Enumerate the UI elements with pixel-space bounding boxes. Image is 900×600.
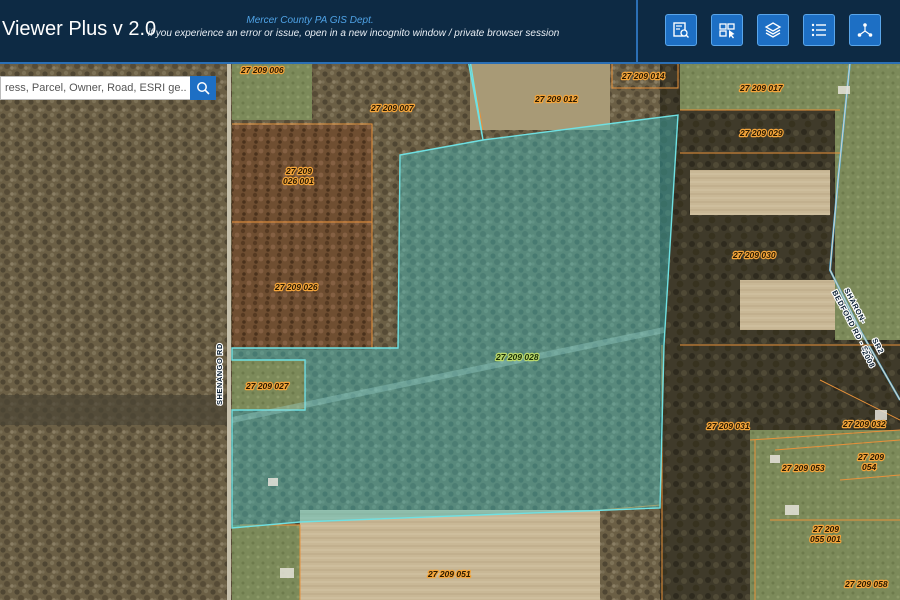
share-icon <box>857 23 873 37</box>
department-name: Mercer County PA GIS Dept. <box>246 15 374 26</box>
parcel-label: 27 209 027 <box>245 381 290 391</box>
parcel-label: 27 209 031 <box>706 421 750 431</box>
identify-tool-button[interactable] <box>711 14 743 46</box>
parcel-label: 27 209 012 <box>534 94 578 104</box>
query-icon <box>673 22 689 38</box>
layers-button[interactable] <box>757 14 789 46</box>
search-bar <box>0 76 216 100</box>
search-icon <box>197 82 210 95</box>
search-input[interactable] <box>0 76 190 100</box>
parcel-label: 27 209 058 <box>844 579 888 589</box>
parcel-label: 27 209 051 <box>427 569 471 579</box>
parcel-label: 054 <box>862 462 876 472</box>
parcel-label: 27 209 053 <box>781 463 825 473</box>
header-divider <box>636 0 638 62</box>
parcel-label-selected: 27 209 028 <box>495 352 539 362</box>
share-button[interactable] <box>849 14 881 46</box>
list-icon <box>811 23 826 37</box>
parcel-label: 27 209 <box>812 524 839 534</box>
parcel-label: 026 001 <box>283 176 314 186</box>
parcel-label: 27 209 <box>285 166 312 176</box>
parcel-label: 27 209 006 <box>240 65 284 75</box>
parcel-label: 27 209 014 <box>621 71 665 81</box>
parcel-label: 27 209 029 <box>739 128 783 138</box>
layers-icon <box>764 22 782 38</box>
road-label: SHENANGO RD <box>215 343 224 405</box>
browser-notice: if you experience an error or issue, ope… <box>148 28 560 39</box>
parcel-label: 27 209 032 <box>842 419 886 429</box>
parcel-label: 27 209 030 <box>732 250 776 260</box>
parcel-label: 055 001 <box>810 534 841 544</box>
search-button[interactable] <box>190 76 216 100</box>
legend-button[interactable] <box>803 14 835 46</box>
identify-icon <box>719 23 735 39</box>
parcel-label: 27 209 017 <box>739 83 784 93</box>
parcel-label: 27 209 <box>857 452 884 462</box>
parcel-label: 27 209 007 <box>370 103 415 113</box>
parcel-label: 27 209 026 <box>274 282 318 292</box>
query-tool-button[interactable] <box>665 14 697 46</box>
app-header: Viewer Plus v 2.0 Mercer County PA GIS D… <box>0 0 900 64</box>
